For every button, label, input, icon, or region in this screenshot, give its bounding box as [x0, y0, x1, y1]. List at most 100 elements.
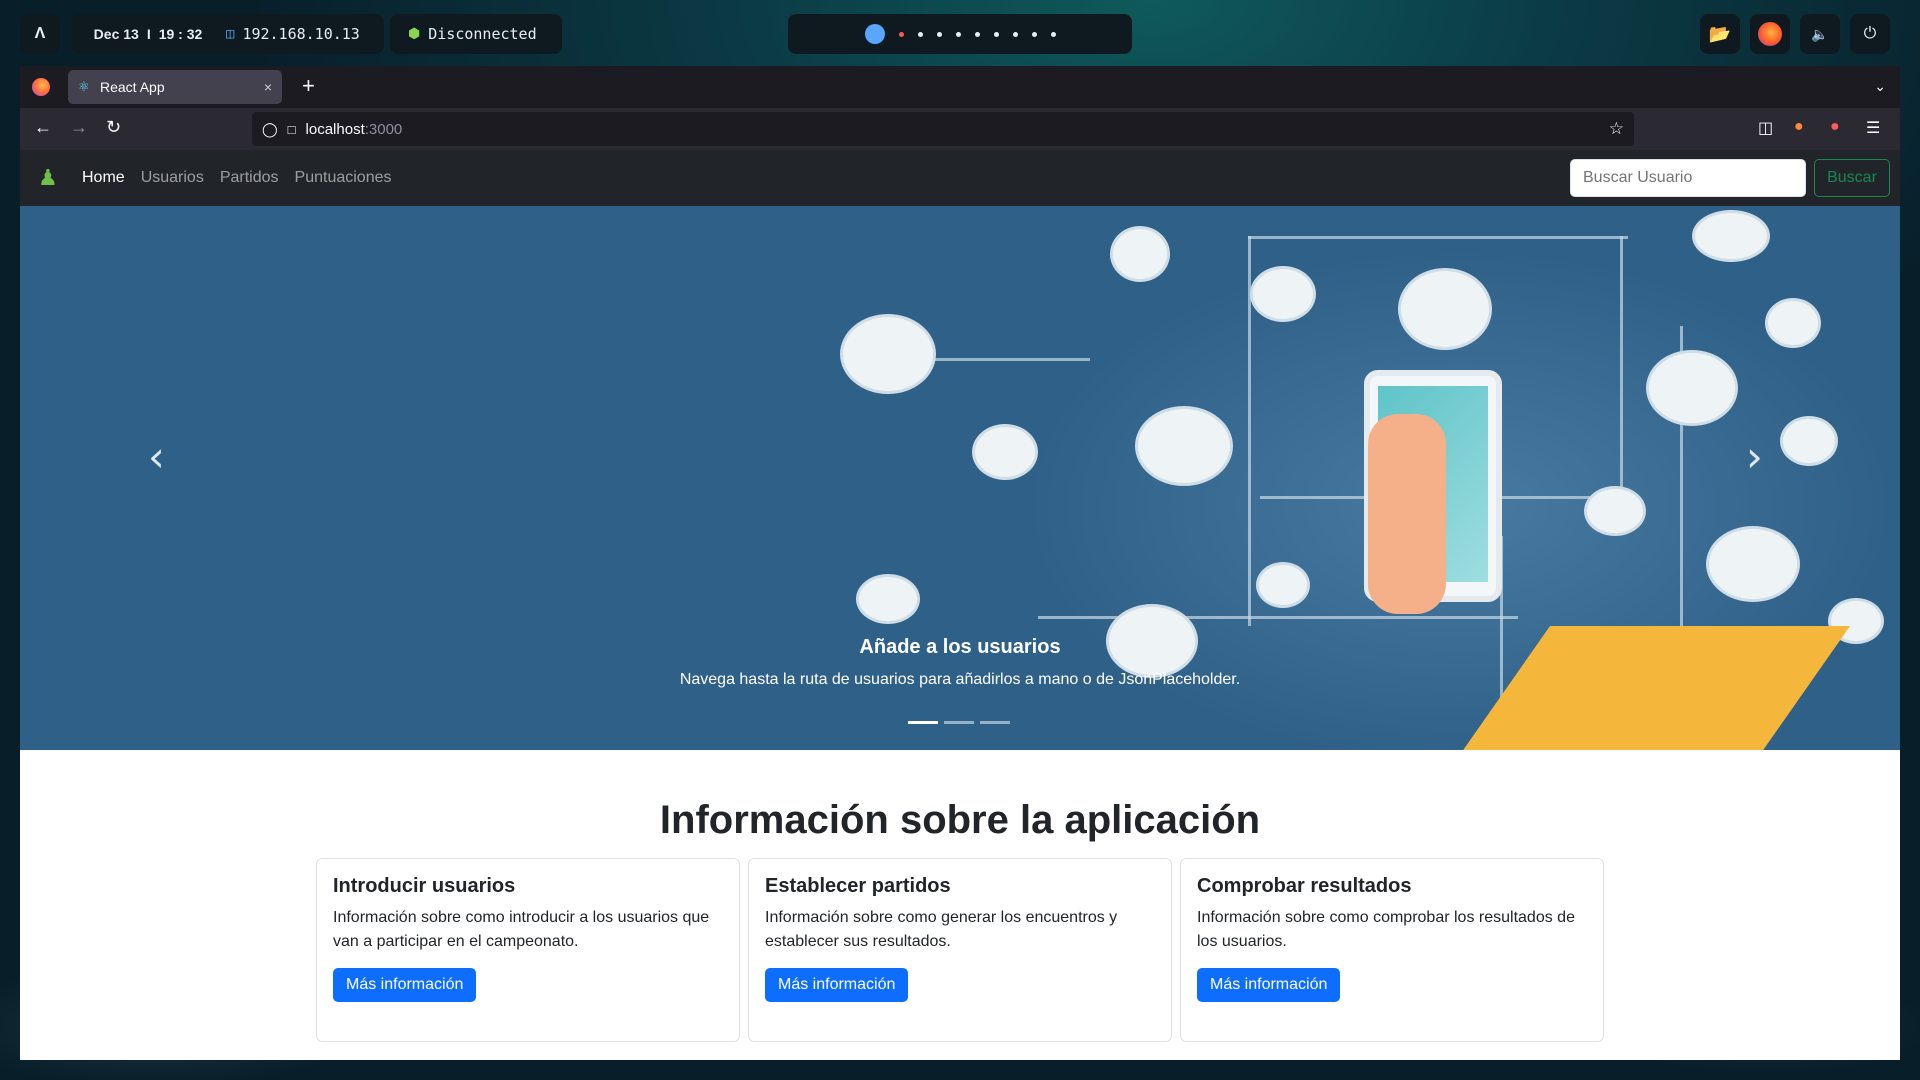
search-button[interactable]: Buscar [1814, 159, 1890, 197]
nav-link-partidos[interactable]: Partidos [220, 169, 279, 187]
illustration-person-node [1110, 226, 1170, 282]
star-icon[interactable]: ☆ [1609, 119, 1624, 139]
forward-icon[interactable]: → [70, 117, 88, 138]
carousel-prev-icon[interactable]: ‹ [148, 436, 165, 478]
carousel-indicator-3[interactable] [980, 721, 1010, 724]
power-icon[interactable]: ⏻ [1850, 14, 1890, 54]
new-tab-button[interactable]: + [302, 74, 315, 98]
illustration-person-node [840, 314, 936, 394]
carousel: ‹ › Añade a los usuarios Navega hasta la… [20, 206, 1900, 750]
back-icon[interactable]: ← [34, 117, 52, 138]
card-text: Información sobre como generar los encue… [765, 909, 1118, 950]
date-separator: I [146, 26, 151, 42]
ip-widget[interactable]: ◫ 192.168.10.13 [212, 14, 384, 54]
app-navbar: ♟ Home Usuarios Partidos Puntuaciones Bu… [20, 150, 1900, 206]
vpn-widget[interactable]: ⬢ Disconnected [390, 14, 562, 54]
close-tab-icon[interactable]: × [264, 79, 272, 95]
carousel-indicator-1[interactable] [908, 721, 938, 724]
carousel-caption-text: Navega hasta la ruta de usuarios para añ… [679, 671, 1241, 688]
url-bar[interactable]: ◯ □ localhost:3000 ☆ [252, 112, 1634, 146]
vpn-icon: ⬢ [408, 26, 421, 42]
carousel-indicator-2[interactable] [944, 721, 974, 724]
react-app: ♟ Home Usuarios Partidos Puntuaciones Bu… [20, 150, 1900, 1060]
illustration-person-node [1692, 210, 1770, 262]
card-title: Introducir usuarios [333, 875, 516, 897]
arch-logo-icon[interactable]: Λ [20, 14, 60, 54]
browser-toolbar: ← → ↻ ◯ □ localhost:3000 ☆ ◫ ● ● ☰ [20, 108, 1900, 150]
page-icon[interactable]: □ [288, 122, 296, 137]
carousel-caption-title: Añade a los usuarios [859, 636, 1061, 658]
illustration-person-node [1398, 268, 1492, 350]
shield-icon[interactable]: ◯ [262, 121, 278, 138]
illustration-line [1248, 236, 1628, 239]
network-icon: ◫ [226, 26, 235, 42]
illustration-person-node [1780, 416, 1838, 466]
illustration-person-node [1646, 350, 1738, 426]
card-title: Comprobar resultados [1197, 875, 1412, 897]
card-title: Establecer partidos [765, 875, 951, 897]
illustration-person-node [1584, 486, 1646, 536]
illustration-line [1620, 236, 1623, 496]
workspace-8[interactable] [1012, 31, 1018, 37]
ip-address: 192.168.10.13 [242, 25, 360, 43]
tab-bar: ⚛ React App × + ⌄ [20, 66, 1900, 108]
nav-link-puntuaciones[interactable]: Puntuaciones [295, 169, 392, 187]
volume-icon[interactable]: 🔈 [1800, 14, 1840, 54]
workspace-9[interactable] [1031, 31, 1037, 37]
workspace-10[interactable] [1050, 31, 1056, 37]
system-top-bar: Λ Dec 13 I 19 : 32 ◫ 192.168.10.13 ⬢ Dis… [20, 14, 1908, 54]
tab-react-app[interactable]: ⚛ React App × [68, 70, 282, 104]
card-comprobar-resultados: Comprobar resultados Información sobre c… [1180, 858, 1604, 1042]
url-port: :3000 [364, 120, 403, 138]
mas-informacion-button[interactable]: Más información [1197, 968, 1341, 1002]
illustration-line [930, 358, 1090, 361]
tab-list-chevron-icon[interactable]: ⌄ [1874, 78, 1886, 95]
workspace-1-active[interactable] [864, 24, 885, 44]
url-text[interactable]: localhost:3000 [306, 121, 403, 138]
workspace-7[interactable] [993, 31, 999, 37]
workspace-5[interactable] [955, 31, 961, 37]
carousel-indicators [908, 721, 1010, 724]
workspace-2[interactable] [898, 31, 904, 37]
url-host: localhost [305, 120, 365, 138]
illustration-clock-node [1765, 298, 1821, 348]
carousel-next-icon[interactable]: › [1746, 436, 1763, 478]
mas-informacion-button[interactable]: Más información [765, 968, 909, 1002]
illustration-person-node [1256, 562, 1310, 608]
pocket-icon[interactable]: ◫ [1758, 118, 1773, 138]
illustration-person-node [1135, 406, 1233, 486]
nav-link-home[interactable]: Home [82, 169, 125, 187]
vpn-status: Disconnected [428, 25, 537, 43]
workspace-6[interactable] [974, 31, 980, 37]
react-favicon-icon: ⚛ [78, 79, 90, 94]
menu-icon[interactable]: ☰ [1866, 118, 1880, 138]
extension-2-icon[interactable]: ● [1830, 118, 1840, 136]
firefox-window: ⚛ React App × + ⌄ ← → ↻ ◯ □ localhost:30… [20, 66, 1900, 1060]
section-title: Información sobre la aplicación [659, 798, 1261, 842]
date-text: Dec 13 [93, 26, 139, 42]
tab-title: React App [100, 79, 165, 95]
card-text: Información sobre como comprobar los res… [1197, 909, 1575, 950]
nav-link-usuarios[interactable]: Usuarios [141, 169, 204, 187]
firefox-icon[interactable] [1750, 14, 1790, 54]
clock-widget[interactable]: Dec 13 I 19 : 32 [72, 14, 224, 54]
illustration-hand [1368, 414, 1446, 614]
reload-icon[interactable]: ↻ [106, 117, 121, 138]
workspace-switcher[interactable] [788, 14, 1132, 54]
illustration-person-node [856, 574, 920, 624]
search-input[interactable] [1570, 159, 1806, 197]
time-text: 19 : 32 [158, 26, 203, 42]
card-text: Información sobre como introducir a los … [333, 909, 710, 950]
chess-pawn-icon[interactable]: ♟ [38, 166, 62, 190]
mas-informacion-button[interactable]: Más información [333, 968, 477, 1002]
workspace-4[interactable] [936, 31, 942, 37]
extension-icon[interactable]: ● [1794, 118, 1804, 136]
workspace-3[interactable] [917, 31, 923, 37]
illustration-person-node [972, 424, 1038, 480]
illustration-line [1038, 616, 1518, 619]
illustration-target-node [1250, 266, 1316, 322]
firefox-view-icon[interactable] [32, 78, 50, 96]
card-introducir-usuarios: Introducir usuarios Información sobre co… [316, 858, 740, 1042]
folder-icon[interactable]: 📂 [1700, 14, 1740, 54]
info-cards: Introducir usuarios Información sobre co… [316, 858, 1604, 1042]
